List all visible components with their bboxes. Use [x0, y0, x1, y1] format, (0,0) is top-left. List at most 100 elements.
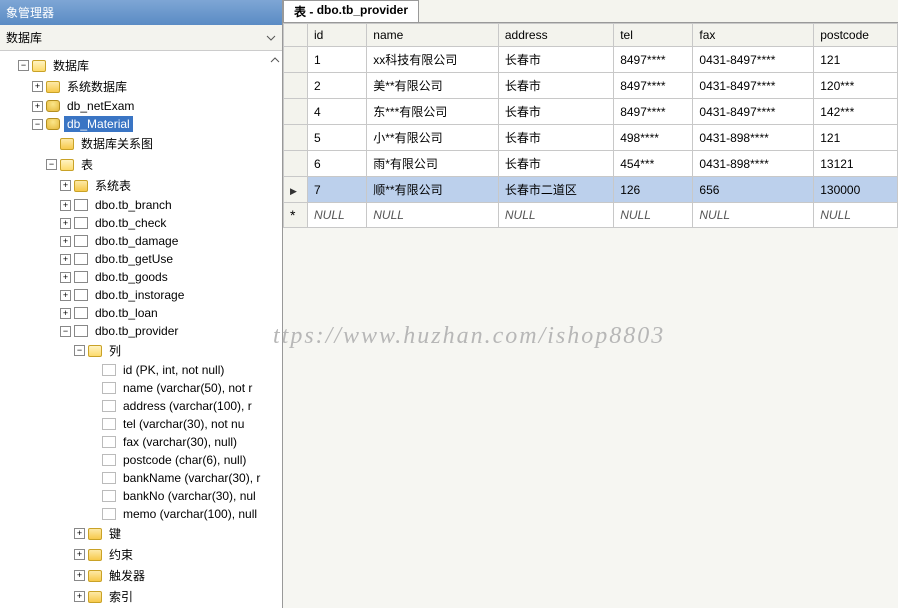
toggle-plus-icon[interactable]: +: [60, 290, 71, 301]
toggle-plus-icon[interactable]: +: [60, 254, 71, 265]
tree-node-constraints[interactable]: +约束: [4, 544, 282, 565]
cell-null[interactable]: NULL: [814, 203, 898, 228]
cell[interactable]: 454***: [614, 151, 693, 177]
cell-null[interactable]: NULL: [693, 203, 814, 228]
cell[interactable]: 121: [814, 47, 898, 73]
cell[interactable]: 0431-8497****: [693, 99, 814, 125]
table-row[interactable]: 4东***有限公司长春市8497****0431-8497****142***: [284, 99, 898, 125]
cell[interactable]: 长春市: [498, 73, 613, 99]
cell[interactable]: 美**有限公司: [367, 73, 499, 99]
cell[interactable]: 小**有限公司: [367, 125, 499, 151]
tab-table[interactable]: 表 - dbo.tb_provider: [283, 0, 419, 22]
cell[interactable]: 7: [308, 177, 367, 203]
tree-node-column[interactable]: postcode (char(6), null): [4, 451, 282, 469]
cell-null[interactable]: NULL: [367, 203, 499, 228]
table-row[interactable]: 5小**有限公司长春市498****0431-898****121: [284, 125, 898, 151]
tree-node-databases[interactable]: − 数据库: [4, 55, 282, 76]
column-header[interactable]: fax: [693, 24, 814, 47]
tree-node-table[interactable]: −dbo.tb_provider: [4, 322, 282, 340]
toggle-plus-icon[interactable]: +: [74, 549, 85, 560]
chevron-down-icon[interactable]: [266, 33, 276, 43]
cell[interactable]: 长春市: [498, 125, 613, 151]
row-header[interactable]: [284, 73, 308, 99]
cell[interactable]: 8497****: [614, 99, 693, 125]
cell[interactable]: 4: [308, 99, 367, 125]
cell[interactable]: 120***: [814, 73, 898, 99]
cell[interactable]: 2: [308, 73, 367, 99]
tree-node-table[interactable]: +dbo.tb_goods: [4, 268, 282, 286]
cell[interactable]: xx科技有限公司: [367, 47, 499, 73]
toggle-plus-icon[interactable]: +: [32, 101, 43, 112]
tree-node-table[interactable]: +dbo.tb_getUse: [4, 250, 282, 268]
tree-node-table[interactable]: +dbo.tb_check: [4, 214, 282, 232]
toggle-plus-icon[interactable]: +: [74, 528, 85, 539]
cell[interactable]: 656: [693, 177, 814, 203]
tree-node-table[interactable]: +dbo.tb_branch: [4, 196, 282, 214]
cell[interactable]: 长春市: [498, 47, 613, 73]
cell[interactable]: 东***有限公司: [367, 99, 499, 125]
toggle-minus-icon[interactable]: −: [46, 159, 57, 170]
cell[interactable]: 0431-8497****: [693, 47, 814, 73]
toggle-minus-icon[interactable]: −: [32, 119, 43, 130]
toggle-plus-icon[interactable]: +: [60, 218, 71, 229]
column-header[interactable]: id: [308, 24, 367, 47]
tree-node-sysdb[interactable]: + 系统数据库: [4, 76, 282, 97]
cell[interactable]: 长春市二道区: [498, 177, 613, 203]
column-header[interactable]: name: [367, 24, 499, 47]
tree-node-column[interactable]: memo (varchar(100), null: [4, 505, 282, 523]
tree-node-systables[interactable]: + 系统表: [4, 175, 282, 196]
row-header[interactable]: [284, 47, 308, 73]
tree-node-db-material[interactable]: − db_Material: [4, 115, 282, 133]
toggle-minus-icon[interactable]: −: [18, 60, 29, 71]
table-row[interactable]: 7顺**有限公司长春市二道区126656130000: [284, 177, 898, 203]
cell[interactable]: 0431-898****: [693, 151, 814, 177]
tree-node-tables[interactable]: − 表: [4, 154, 282, 175]
tree-node-table[interactable]: +dbo.tb_loan: [4, 304, 282, 322]
cell[interactable]: 0431-8497****: [693, 73, 814, 99]
table-row[interactable]: 6雨*有限公司长春市454***0431-898****13121: [284, 151, 898, 177]
cell[interactable]: 顺**有限公司: [367, 177, 499, 203]
tree-node-column[interactable]: fax (varchar(30), null): [4, 433, 282, 451]
tree-node-column[interactable]: id (PK, int, not null): [4, 361, 282, 379]
tree-node-column[interactable]: bankNo (varchar(30), nul: [4, 487, 282, 505]
toggle-minus-icon[interactable]: −: [60, 326, 71, 337]
cell[interactable]: 121: [814, 125, 898, 151]
cell-null[interactable]: NULL: [498, 203, 613, 228]
table-row[interactable]: 1xx科技有限公司长春市8497****0431-8497****121: [284, 47, 898, 73]
row-header-new[interactable]: [284, 203, 308, 228]
new-row[interactable]: NULLNULLNULLNULLNULLNULL: [284, 203, 898, 228]
cell[interactable]: 130000: [814, 177, 898, 203]
table-row[interactable]: 2美**有限公司长春市8497****0431-8497****120***: [284, 73, 898, 99]
toggle-plus-icon[interactable]: +: [60, 308, 71, 319]
tree-node-table[interactable]: +dbo.tb_damage: [4, 232, 282, 250]
cell[interactable]: 6: [308, 151, 367, 177]
toggle-plus-icon[interactable]: +: [32, 81, 43, 92]
toggle-plus-icon[interactable]: +: [60, 236, 71, 247]
tree-scroll[interactable]: − 数据库 + 系统数据库 + db_netExam −: [0, 51, 282, 608]
cell[interactable]: 雨*有限公司: [367, 151, 499, 177]
data-grid[interactable]: idnameaddresstelfaxpostcode 1xx科技有限公司长春市…: [283, 23, 898, 228]
cell[interactable]: 126: [614, 177, 693, 203]
tree-node-column[interactable]: bankName (varchar(30), r: [4, 469, 282, 487]
cell[interactable]: 长春市: [498, 99, 613, 125]
cell[interactable]: 长春市: [498, 151, 613, 177]
cell[interactable]: 0431-898****: [693, 125, 814, 151]
tree-node-db-netexam[interactable]: + db_netExam: [4, 97, 282, 115]
cell-null[interactable]: NULL: [614, 203, 693, 228]
row-header[interactable]: [284, 125, 308, 151]
tree-node-table[interactable]: +dbo.tb_instorage: [4, 286, 282, 304]
row-header[interactable]: [284, 177, 308, 203]
tree-node-triggers[interactable]: +触发器: [4, 565, 282, 586]
tree-node-column[interactable]: address (varchar(100), r: [4, 397, 282, 415]
cell[interactable]: 498****: [614, 125, 693, 151]
tree-node-keys[interactable]: +键: [4, 523, 282, 544]
cell-null[interactable]: NULL: [308, 203, 367, 228]
column-header[interactable]: address: [498, 24, 613, 47]
cell[interactable]: 8497****: [614, 73, 693, 99]
column-header[interactable]: tel: [614, 24, 693, 47]
cell[interactable]: 1: [308, 47, 367, 73]
cell[interactable]: 8497****: [614, 47, 693, 73]
tree-node-column[interactable]: name (varchar(50), not r: [4, 379, 282, 397]
cell[interactable]: 142***: [814, 99, 898, 125]
cell[interactable]: 5: [308, 125, 367, 151]
